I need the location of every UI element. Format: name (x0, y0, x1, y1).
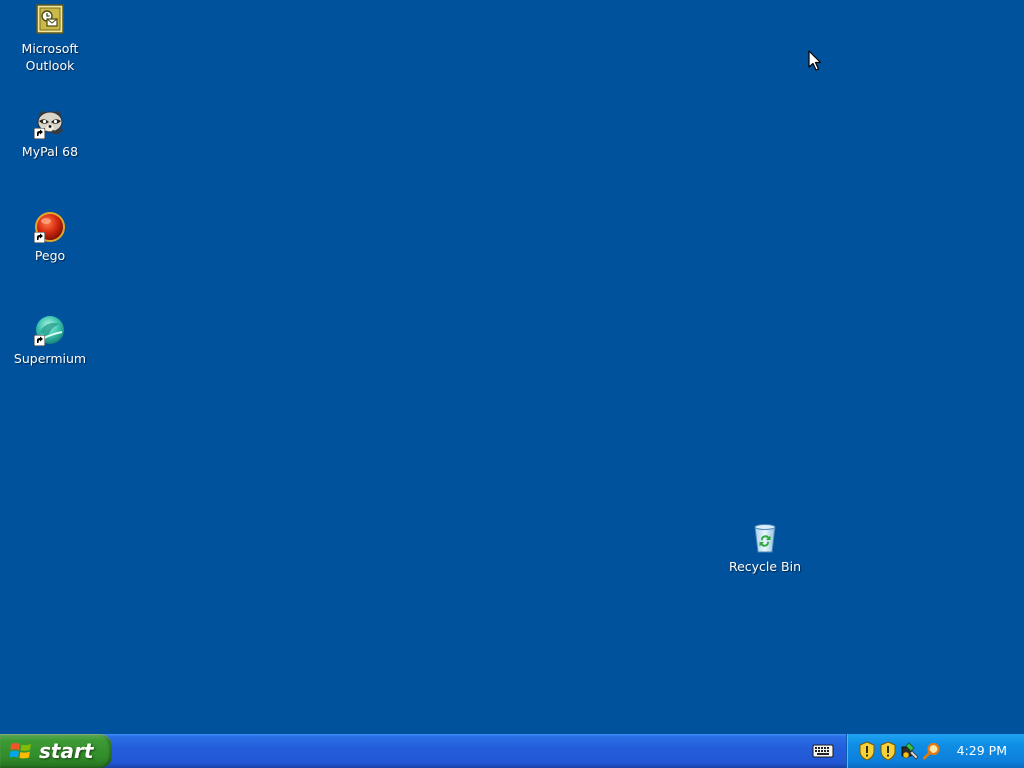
recycle-bin-icon (749, 522, 781, 554)
mouse-cursor-icon (808, 50, 822, 71)
security-alert-shield-icon[interactable] (857, 741, 877, 761)
keyboard-icon[interactable] (812, 742, 834, 760)
shortcut-arrow-icon (34, 232, 45, 243)
desktop-icon-label: Supermium (13, 351, 87, 366)
desktop-icon-recycle-bin[interactable]: Recycle Bin (725, 522, 805, 575)
taskbar: start 4:29 PM (0, 734, 1024, 768)
security-shield-icon[interactable] (878, 741, 898, 761)
start-button[interactable]: start (0, 734, 112, 768)
desktop-icon-supermium[interactable]: Supermium (10, 314, 90, 367)
outlook-icon (34, 4, 66, 36)
shortcut-arrow-icon (34, 335, 45, 346)
desktop-icon-label: Pego (34, 248, 66, 263)
search-magnifier-icon[interactable] (922, 741, 942, 761)
network-tool-icon[interactable] (900, 741, 920, 761)
system-tray: 4:29 PM (846, 734, 1024, 768)
windows-flag-icon (9, 743, 31, 759)
clock[interactable]: 4:29 PM (957, 734, 1007, 768)
desktop-icon-mypal[interactable]: MyPal 68 (10, 107, 90, 160)
desktop-icon-label: MyPal 68 (21, 144, 79, 159)
pego-red-ball-icon (34, 211, 66, 243)
desktop[interactable]: Microsoft Outlook MyPal 68 Pego Supermiu… (0, 0, 1024, 734)
desktop-icon-outlook[interactable]: Microsoft Outlook (10, 4, 90, 74)
mypal-raccoon-icon (34, 107, 66, 139)
desktop-icon-label: Microsoft Outlook (21, 41, 79, 73)
shortcut-arrow-icon (34, 128, 45, 139)
desktop-icon-label: Recycle Bin (728, 559, 802, 574)
supermium-icon (34, 314, 66, 346)
desktop-icon-pego[interactable]: Pego (10, 211, 90, 264)
start-label: start (39, 739, 94, 763)
